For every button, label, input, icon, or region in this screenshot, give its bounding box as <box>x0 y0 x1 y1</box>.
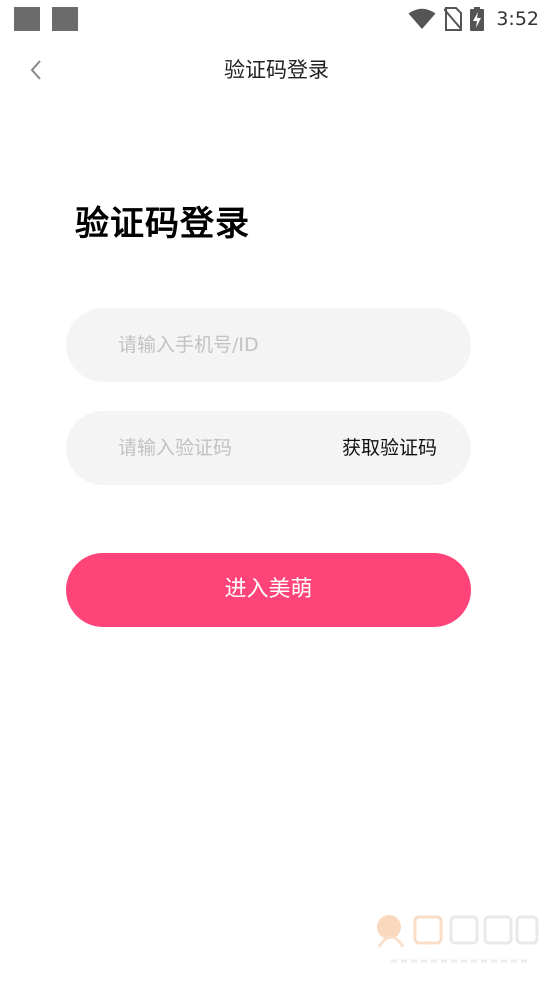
notification-icon <box>14 7 40 31</box>
notification-icon <box>52 7 78 31</box>
status-icons: 3:52 <box>408 6 539 32</box>
verification-code-input[interactable] <box>118 411 318 485</box>
phone-input[interactable] <box>118 308 438 382</box>
no-sim-icon <box>444 7 463 31</box>
submit-button[interactable]: 进入美萌 <box>66 553 471 627</box>
code-field[interactable]: 获取验证码 <box>66 411 471 485</box>
clock-time: 3:52 <box>496 8 539 30</box>
nav-bar: 验证码登录 <box>0 38 553 102</box>
battery-charging-icon <box>470 7 485 31</box>
watermark-logo <box>377 915 539 963</box>
phone-field[interactable] <box>66 308 471 382</box>
get-code-button[interactable]: 获取验证码 <box>342 411 437 485</box>
status-bar: 3:52 <box>0 0 553 38</box>
nav-title: 验证码登录 <box>224 58 329 82</box>
wifi-icon <box>408 8 436 29</box>
page-heading: 验证码登录 <box>75 204 250 244</box>
